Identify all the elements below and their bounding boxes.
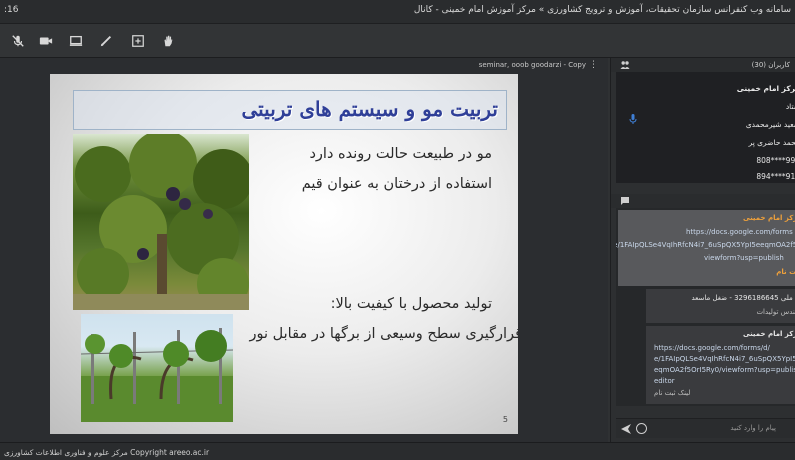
- user-item[interactable]: 915****894: [756, 172, 795, 181]
- users-icon: [620, 61, 630, 69]
- slide-bullet: قرارگیری سطح وسیعی از برگها در مقابل نور: [249, 326, 518, 342]
- mic-off-icon[interactable]: [10, 33, 26, 49]
- message-link[interactable]: https://docs.google.com/forms: [686, 228, 793, 236]
- chat-messages: مرکز امام خمینی https://docs.google.com/…: [616, 208, 795, 406]
- users-panel-header[interactable]: کاربران (30): [611, 58, 795, 72]
- presentation-area: seminar, ooob goodarzi - Copy ⋮ تربیت مو…: [0, 58, 608, 442]
- status-bar: مرکز علوم و فناوری اطلاعات کشاورزی Copyr…: [0, 442, 795, 460]
- chat-icon: [621, 197, 629, 205]
- slide-bullet: استفاده از درختان به عنوان قیم: [301, 176, 492, 192]
- user-item[interactable]: سعید شیرمحمدی: [746, 120, 795, 129]
- user-item[interactable]: ستاد: [786, 102, 795, 111]
- chat-message: کد ملی 3296186645 - ضغل ماسعد مهندس تولی…: [646, 289, 795, 323]
- chat-panel-header[interactable]: [611, 194, 795, 208]
- users-list: مرکز امام خمینی ستاد سعید شیرمحمدی محمد …: [616, 72, 795, 183]
- hand-icon[interactable]: [160, 33, 176, 49]
- message-text: ثبت نام: [776, 268, 795, 276]
- window-title: سامانه وب کنفرانس سازمان تحقیقات، آموزش …: [413, 5, 791, 15]
- user-item[interactable]: 993****808: [756, 156, 795, 165]
- presentation-file-name: seminar, ooob goodarzi - Copy: [478, 61, 586, 69]
- mic-icon: [629, 114, 637, 124]
- message-link[interactable]: eqmOA2f5OrI5Ry0/viewform?usp=publish-: [654, 366, 795, 374]
- presentation-header: seminar, ooob goodarzi - Copy ⋮: [0, 58, 608, 72]
- message-text: کد ملی 3296186645 - ضغل ماسعد: [691, 294, 795, 302]
- clock: :16: [4, 5, 19, 15]
- user-item[interactable]: مرکز امام خمینی: [737, 84, 795, 93]
- camera-icon[interactable]: [38, 33, 54, 49]
- message-link[interactable]: https://docs.google.com/forms/d/: [654, 344, 770, 352]
- message-link[interactable]: editor: [654, 377, 675, 385]
- users-panel-title: کاربران (30): [751, 61, 790, 69]
- chat-input-placeholder: پیام را وارد کنید: [730, 424, 776, 432]
- send-icon[interactable]: [621, 424, 631, 434]
- message-link[interactable]: /d/e/1FAIpQLSe4VqIhRfcN4i7_6uSpQX5YpI5ee…: [616, 241, 795, 249]
- screen-share-icon[interactable]: [68, 33, 84, 49]
- message-link[interactable]: viewform?usp=publish: [704, 254, 784, 262]
- chat-input[interactable]: پیام را وارد کنید: [616, 418, 795, 438]
- slide-page-number: 5: [502, 415, 508, 424]
- message-text: لینک ثبت نام: [654, 389, 691, 397]
- chat-message: مرکز امام خمینی https://docs.google.com/…: [616, 210, 795, 286]
- slide-bullet: مو در طبیعت حالت رونده دارد: [309, 146, 492, 162]
- message-sender: مرکز امام خمینی: [742, 330, 795, 338]
- copyright-text: مرکز علوم و فناوری اطلاعات کشاورزی Copyr…: [4, 448, 210, 457]
- pen-icon[interactable]: [98, 33, 114, 49]
- message-link[interactable]: e/1FAIpQLSe4VqIhRfcN4i7_6uSpQX5YpI5e: [654, 355, 795, 363]
- chat-message: مرکز امام خمینی https://docs.google.com/…: [646, 326, 795, 404]
- title-bar: :16 سامانه وب کنفرانس سازمان تحقیقات، آم…: [0, 0, 795, 24]
- slide-bullet: تولید محصول با کیفیت بالا:: [330, 296, 492, 312]
- slide-title: تربیت مو و سیستم های تربیتی: [241, 97, 498, 121]
- message-text: مهندس تولیدات: [756, 308, 795, 316]
- user-item[interactable]: محمد حاضری پر: [749, 138, 795, 147]
- emoji-icon[interactable]: [636, 423, 647, 434]
- slide-title-box: تربیت مو و سیستم های تربیتی: [73, 90, 507, 130]
- webinar-app: :16 سامانه وب کنفرانس سازمان تحقیقات، آم…: [0, 0, 795, 460]
- toolbar: [0, 24, 795, 58]
- message-sender: مرکز امام خمینی: [742, 214, 795, 222]
- grapevine-tree-photo: [73, 134, 249, 310]
- more-menu-icon[interactable]: ⋮: [589, 60, 598, 70]
- plus-box-icon[interactable]: [130, 33, 146, 49]
- slide: تربیت مو و سیستم های تربیتی مو در طبیعت …: [50, 74, 518, 434]
- vineyard-photo: [81, 314, 233, 422]
- sidebar: کاربران (30) مرکز امام خمینی ستاد سعید ش…: [610, 58, 795, 442]
